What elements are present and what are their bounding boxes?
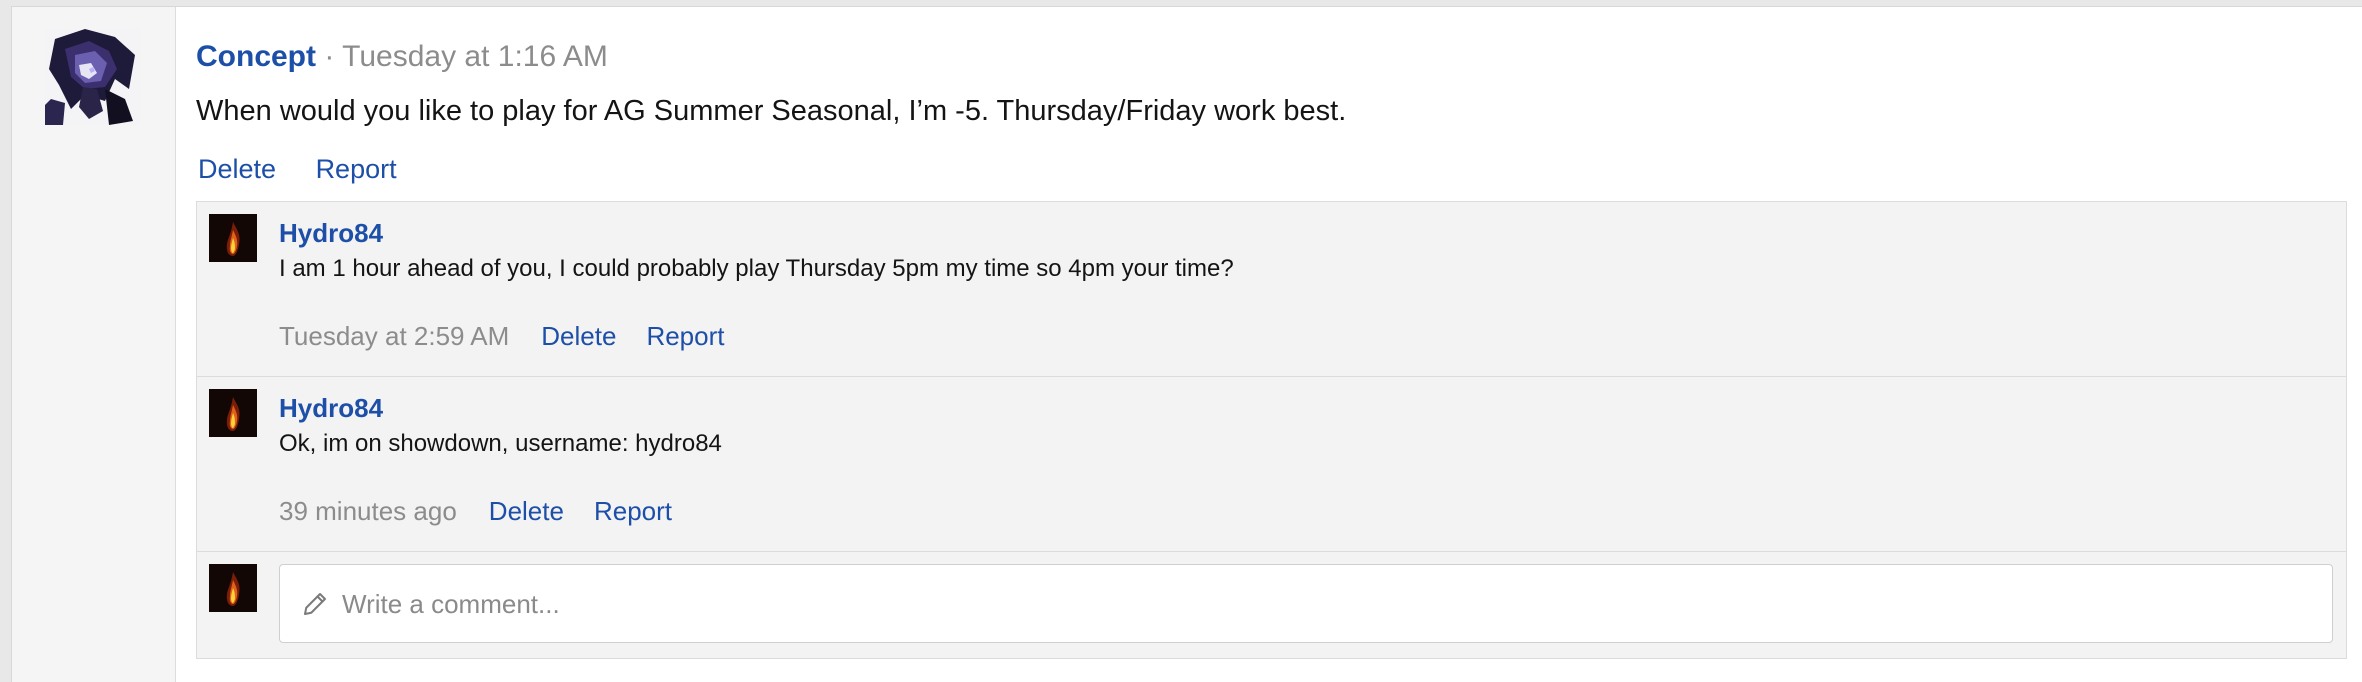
comment: Hydro84 Ok, im on showdown, username: hy… (197, 377, 2346, 552)
comment: Hydro84 I am 1 hour ahead of you, I coul… (197, 202, 2346, 377)
delete-comment-button[interactable]: Delete (489, 496, 564, 526)
flame-avatar-image (209, 389, 257, 437)
flame-avatar-image (209, 214, 257, 262)
comment-input[interactable] (340, 565, 2304, 644)
pencil-icon (304, 593, 326, 615)
report-post-button[interactable]: Report (316, 154, 397, 184)
comment-timestamp[interactable]: 39 minutes ago (279, 496, 457, 526)
comment-text: I am 1 hour ahead of you, I could probab… (279, 255, 1234, 282)
post-actions: Delete Report (196, 151, 427, 187)
profile-post: Concept · Tuesday at 1:16 AM When would … (11, 6, 2362, 682)
post-author-link[interactable]: Concept (196, 40, 316, 73)
report-comment-button[interactable]: Report (646, 321, 724, 351)
comment-avatar[interactable] (209, 389, 257, 437)
comment-meta: 39 minutes ago Delete Report (279, 493, 702, 529)
comment-author-link[interactable]: Hydro84 (279, 216, 383, 250)
comment-composer (197, 552, 2346, 658)
comment-author-link[interactable]: Hydro84 (279, 391, 383, 425)
comments-section: Hydro84 I am 1 hour ahead of you, I coul… (196, 201, 2347, 659)
flame-avatar-image (209, 564, 257, 612)
composer-avatar[interactable] (209, 564, 257, 612)
comment-timestamp[interactable]: Tuesday at 2:59 AM (279, 321, 509, 351)
meta-separator: · (316, 40, 343, 73)
comment-meta: Tuesday at 2:59 AM Delete Report (279, 318, 754, 354)
post-body: When would you like to play for AG Summe… (196, 95, 1347, 127)
comment-text: Ok, im on showdown, username: hydro84 (279, 430, 722, 457)
avatar-column (12, 7, 176, 682)
report-comment-button[interactable]: Report (594, 496, 672, 526)
delete-comment-button[interactable]: Delete (541, 321, 616, 351)
comment-field[interactable] (279, 564, 2333, 644)
comment-avatar[interactable] (209, 214, 257, 262)
post-meta: Concept · Tuesday at 1:16 AM (196, 37, 608, 77)
avatar[interactable] (45, 29, 141, 125)
delete-post-button[interactable]: Delete (198, 154, 276, 184)
avatar-image (45, 29, 141, 125)
post-timestamp[interactable]: Tuesday at 1:16 AM (342, 40, 608, 73)
